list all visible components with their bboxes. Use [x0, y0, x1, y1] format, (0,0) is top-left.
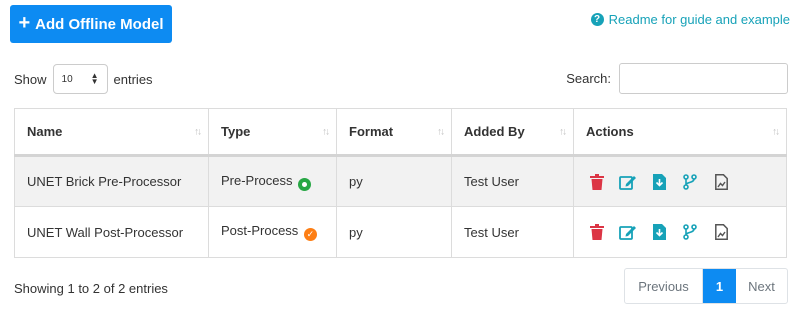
show-label: Show [14, 71, 47, 87]
question-circle-icon: ? [590, 13, 604, 26]
column-header-format[interactable]: Format ↑↓ [336, 108, 452, 157]
readme-label: Readme for guide and example [608, 12, 790, 27]
sort-icon: ↑↓ [437, 126, 445, 137]
add-offline-model-button[interactable]: + Add Offline Model [10, 5, 172, 43]
edit-icon[interactable] [619, 173, 637, 191]
download-icon[interactable] [650, 173, 668, 191]
table-header-row: Name ↑↓ Type ↑↓ Format ↑↓ Added By ↑↓ Action… [14, 108, 787, 157]
column-header-added-by[interactable]: Added By ↑↓ [451, 108, 574, 157]
column-header-type[interactable]: Type ↑↓ [208, 108, 337, 157]
models-table: Name ↑↓ Type ↑↓ Format ↑↓ Added By ↑↓ Action… [14, 108, 787, 258]
cell-name: UNET Brick Pre-Processor [14, 155, 209, 207]
cell-name: UNET Wall Post-Processor [14, 206, 209, 258]
search-input[interactable] [619, 63, 788, 94]
table-info: Showing 1 to 2 of 2 entries [14, 281, 168, 296]
edit-icon[interactable] [619, 223, 637, 241]
cell-actions [573, 206, 787, 258]
file-chart-icon[interactable] [712, 173, 730, 191]
entries-select[interactable]: 10 ▲ ▼ [52, 64, 108, 94]
column-header-name[interactable]: Name ↑↓ [14, 108, 209, 157]
plus-icon: + [18, 12, 31, 34]
cell-added-by: Test User [451, 155, 574, 207]
cell-format: py [336, 155, 452, 207]
next-page-button[interactable]: Next [736, 269, 787, 303]
sort-icon: ↑↓ [194, 126, 202, 137]
table-row: UNET Brick Pre-Processor Pre-Process py … [14, 155, 787, 207]
status-active-icon [298, 177, 312, 191]
entries-label: entries [113, 71, 153, 87]
column-header-actions[interactable]: Actions ↑↓ [573, 108, 787, 157]
sort-icon: ↑↓ [322, 126, 330, 137]
readme-link[interactable]: ? Readme for guide and example [590, 12, 790, 27]
table-row: UNET Wall Post-Processor Post-Process ✓ … [14, 206, 787, 258]
pagination: Previous 1 Next [624, 268, 788, 304]
cell-actions [573, 155, 787, 207]
entries-length-control: Show 10 ▲ ▼ entries [14, 64, 153, 94]
trash-icon[interactable] [588, 223, 606, 241]
download-icon[interactable] [650, 223, 668, 241]
select-arrows-icon: ▲ ▼ [90, 71, 99, 86]
cell-type: Post-Process ✓ [208, 206, 337, 258]
search-control: Search: [566, 63, 788, 94]
cell-type: Pre-Process [208, 155, 337, 207]
add-offline-model-label: Add Offline Model [35, 15, 164, 33]
entries-select-value: 10 [61, 73, 73, 85]
cell-added-by: Test User [451, 206, 574, 258]
sort-icon: ↑↓ [772, 126, 780, 137]
branch-icon[interactable] [681, 173, 699, 191]
page-1-button[interactable]: 1 [703, 269, 736, 303]
sort-icon: ↑↓ [559, 126, 567, 137]
cell-format: py [336, 206, 452, 258]
status-verified-icon: ✓ [303, 228, 317, 241]
file-chart-icon[interactable] [712, 223, 730, 241]
trash-icon[interactable] [588, 173, 606, 191]
previous-page-button[interactable]: Previous [625, 269, 703, 303]
search-label: Search: [566, 71, 611, 86]
branch-icon[interactable] [681, 223, 699, 241]
